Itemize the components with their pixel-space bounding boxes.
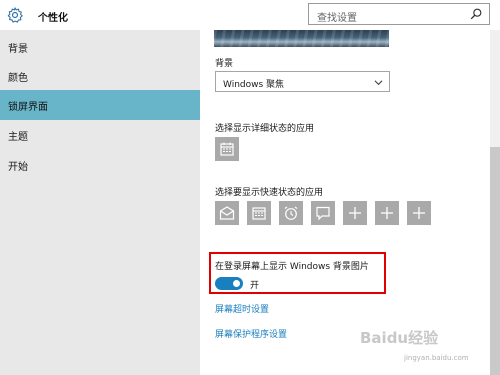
watermark-logo: Baidu经验 [360,329,439,347]
quick-status-add-button[interactable] [375,201,399,225]
detailed-status-app-button[interactable] [215,137,239,161]
sidebar-item-start[interactable]: 开始 [0,150,200,180]
sidebar: 背景 颜色 锁屏界面 主题 开始 [0,30,200,375]
screen-saver-link[interactable]: 屏幕保护程序设置 [215,327,287,340]
sidebar-item-background[interactable]: 背景 [0,32,200,62]
background-label: 背景 [215,59,234,69]
page-title: 个性化 [38,13,68,24]
baidu-watermark: Baidu经验 jingyan.baidu.com [360,327,495,371]
lock-screen-preview [214,30,389,47]
quick-status-calendar-button[interactable] [247,201,271,225]
quick-status-add-button[interactable] [407,201,431,225]
screen-timeout-link[interactable]: 屏幕超时设置 [215,302,269,315]
sidebar-item-themes[interactable]: 主题 [0,120,200,150]
title-bar: 个性化 查找设置 [0,0,500,30]
quick-status-mail-button[interactable] [215,201,239,225]
message-icon [316,206,330,221]
sidebar-item-label: 开始 [8,162,28,173]
quick-status-alarm-button[interactable] [279,201,303,225]
main-panel: 背景 Windows 聚焦 选择显示详细状态的应用 选择要显示快速状态的应用 在… [200,30,500,375]
calendar-icon [252,207,266,220]
plus-icon [381,207,393,219]
search-input[interactable]: 查找设置 [308,3,490,25]
quick-status-label: 选择要显示快速状态的应用 [215,188,324,198]
sidebar-item-colors[interactable]: 颜色 [0,61,200,91]
sidebar-item-label: 主题 [8,132,28,143]
search-icon[interactable] [469,7,483,21]
gear-icon [7,7,23,23]
highlight-annotation-box [209,252,386,294]
watermark-url: jingyan.baidu.com [404,354,469,362]
detailed-status-label: 选择显示详细状态的应用 [215,124,315,134]
quick-status-message-button[interactable] [311,201,335,225]
chevron-down-icon [374,80,383,86]
sidebar-item-label: 背景 [8,44,28,55]
sidebar-item-label: 锁屏界面 [8,102,48,113]
mail-icon [219,206,235,220]
plus-icon [349,207,361,219]
background-dropdown[interactable]: Windows 聚焦 [215,71,390,92]
quick-status-add-button[interactable] [343,201,367,225]
sidebar-item-label: 颜色 [8,73,28,84]
alarm-icon [284,206,298,220]
sidebar-item-lock-screen[interactable]: 锁屏界面 [0,90,200,120]
background-dropdown-value: Windows 聚焦 [223,80,285,90]
plus-icon [413,207,425,219]
calendar-icon [220,142,234,156]
search-placeholder: 查找设置 [317,13,357,24]
